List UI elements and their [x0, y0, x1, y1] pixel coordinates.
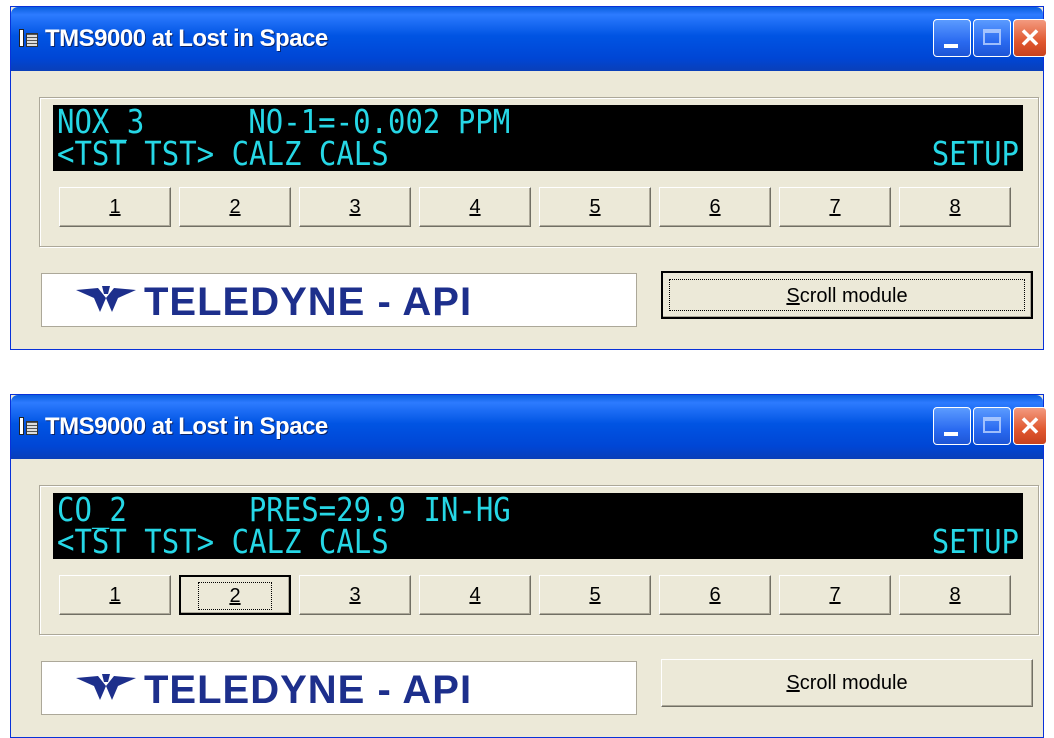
scroll-module-button[interactable]: Scroll module	[661, 659, 1033, 707]
lcd-display: CO_2 PRES=29.9 IN-HG <TST TST> CALZ CALS …	[53, 492, 1023, 561]
minimize-icon	[944, 44, 958, 48]
title-bar[interactable]: TMS9000 at Lost in Space ✕	[11, 395, 1047, 459]
key-2-button[interactable]: 2	[179, 187, 291, 227]
key-3-button[interactable]: 3	[299, 187, 411, 227]
key-6-button[interactable]: 6	[659, 575, 771, 615]
scroll-module-button[interactable]: Scroll module	[661, 271, 1033, 319]
key-5-button[interactable]: 5	[539, 575, 651, 615]
maximize-icon	[983, 417, 1001, 433]
key-4-button[interactable]: 4	[419, 187, 531, 227]
key-8-button[interactable]: 8	[899, 187, 1011, 227]
maximize-icon	[983, 29, 1001, 45]
key-3-button[interactable]: 3	[299, 575, 411, 615]
lcd-menu-line: <TST TST> CALZ CALS	[57, 522, 389, 561]
key-5-button[interactable]: 5	[539, 187, 651, 227]
window-title: TMS9000 at Lost in Space	[45, 25, 328, 52]
lcd-setup-label: SETUP	[931, 522, 1019, 561]
minimize-icon	[944, 432, 958, 436]
maximize-button[interactable]	[973, 407, 1011, 445]
key-1-button[interactable]: 1	[59, 187, 171, 227]
key-4-button[interactable]: 4	[419, 575, 531, 615]
key-1-button[interactable]: 1	[59, 575, 171, 615]
key-7-button[interactable]: 7	[779, 187, 891, 227]
key-8-button[interactable]: 8	[899, 575, 1011, 615]
app-window-icon[interactable]	[19, 417, 38, 437]
lcd-display: NOX_3 NO-1=-0.002 PPM <TST TST> CALZ CALS…	[53, 104, 1023, 173]
logo-text: TELEDYNE - API	[144, 280, 473, 324]
minimize-button[interactable]	[933, 407, 971, 445]
teledyne-logo: TELEDYNE - API	[41, 273, 637, 327]
close-icon: ✕	[1019, 411, 1041, 441]
window-title: TMS9000 at Lost in Space	[45, 413, 328, 440]
key-6-button[interactable]: 6	[659, 187, 771, 227]
close-button[interactable]: ✕	[1013, 407, 1047, 445]
teledyne-logo: TELEDYNE - API	[41, 661, 637, 715]
key-7-button[interactable]: 7	[779, 575, 891, 615]
teledyne-logo-icon	[76, 286, 136, 312]
teledyne-logo-icon	[76, 674, 136, 700]
close-button[interactable]: ✕	[1013, 19, 1047, 57]
analyzer-window-2: TMS9000 at Lost in Space ✕ CO_2 PRES=29.9…	[10, 394, 1047, 738]
maximize-button[interactable]	[973, 19, 1011, 57]
analyzer-window-1: TMS9000 at Lost in Space ✕ NOX_3 NO-1=-0.…	[10, 6, 1047, 350]
close-icon: ✕	[1019, 23, 1041, 53]
minimize-button[interactable]	[933, 19, 971, 57]
logo-text: TELEDYNE - API	[144, 668, 473, 712]
lcd-setup-label: SETUP	[931, 134, 1019, 173]
lcd-menu-line: <TST TST> CALZ CALS	[57, 134, 389, 173]
title-bar[interactable]: TMS9000 at Lost in Space ✕	[11, 7, 1047, 71]
key-2-button[interactable]: 2	[179, 575, 291, 615]
app-window-icon[interactable]	[19, 29, 38, 49]
